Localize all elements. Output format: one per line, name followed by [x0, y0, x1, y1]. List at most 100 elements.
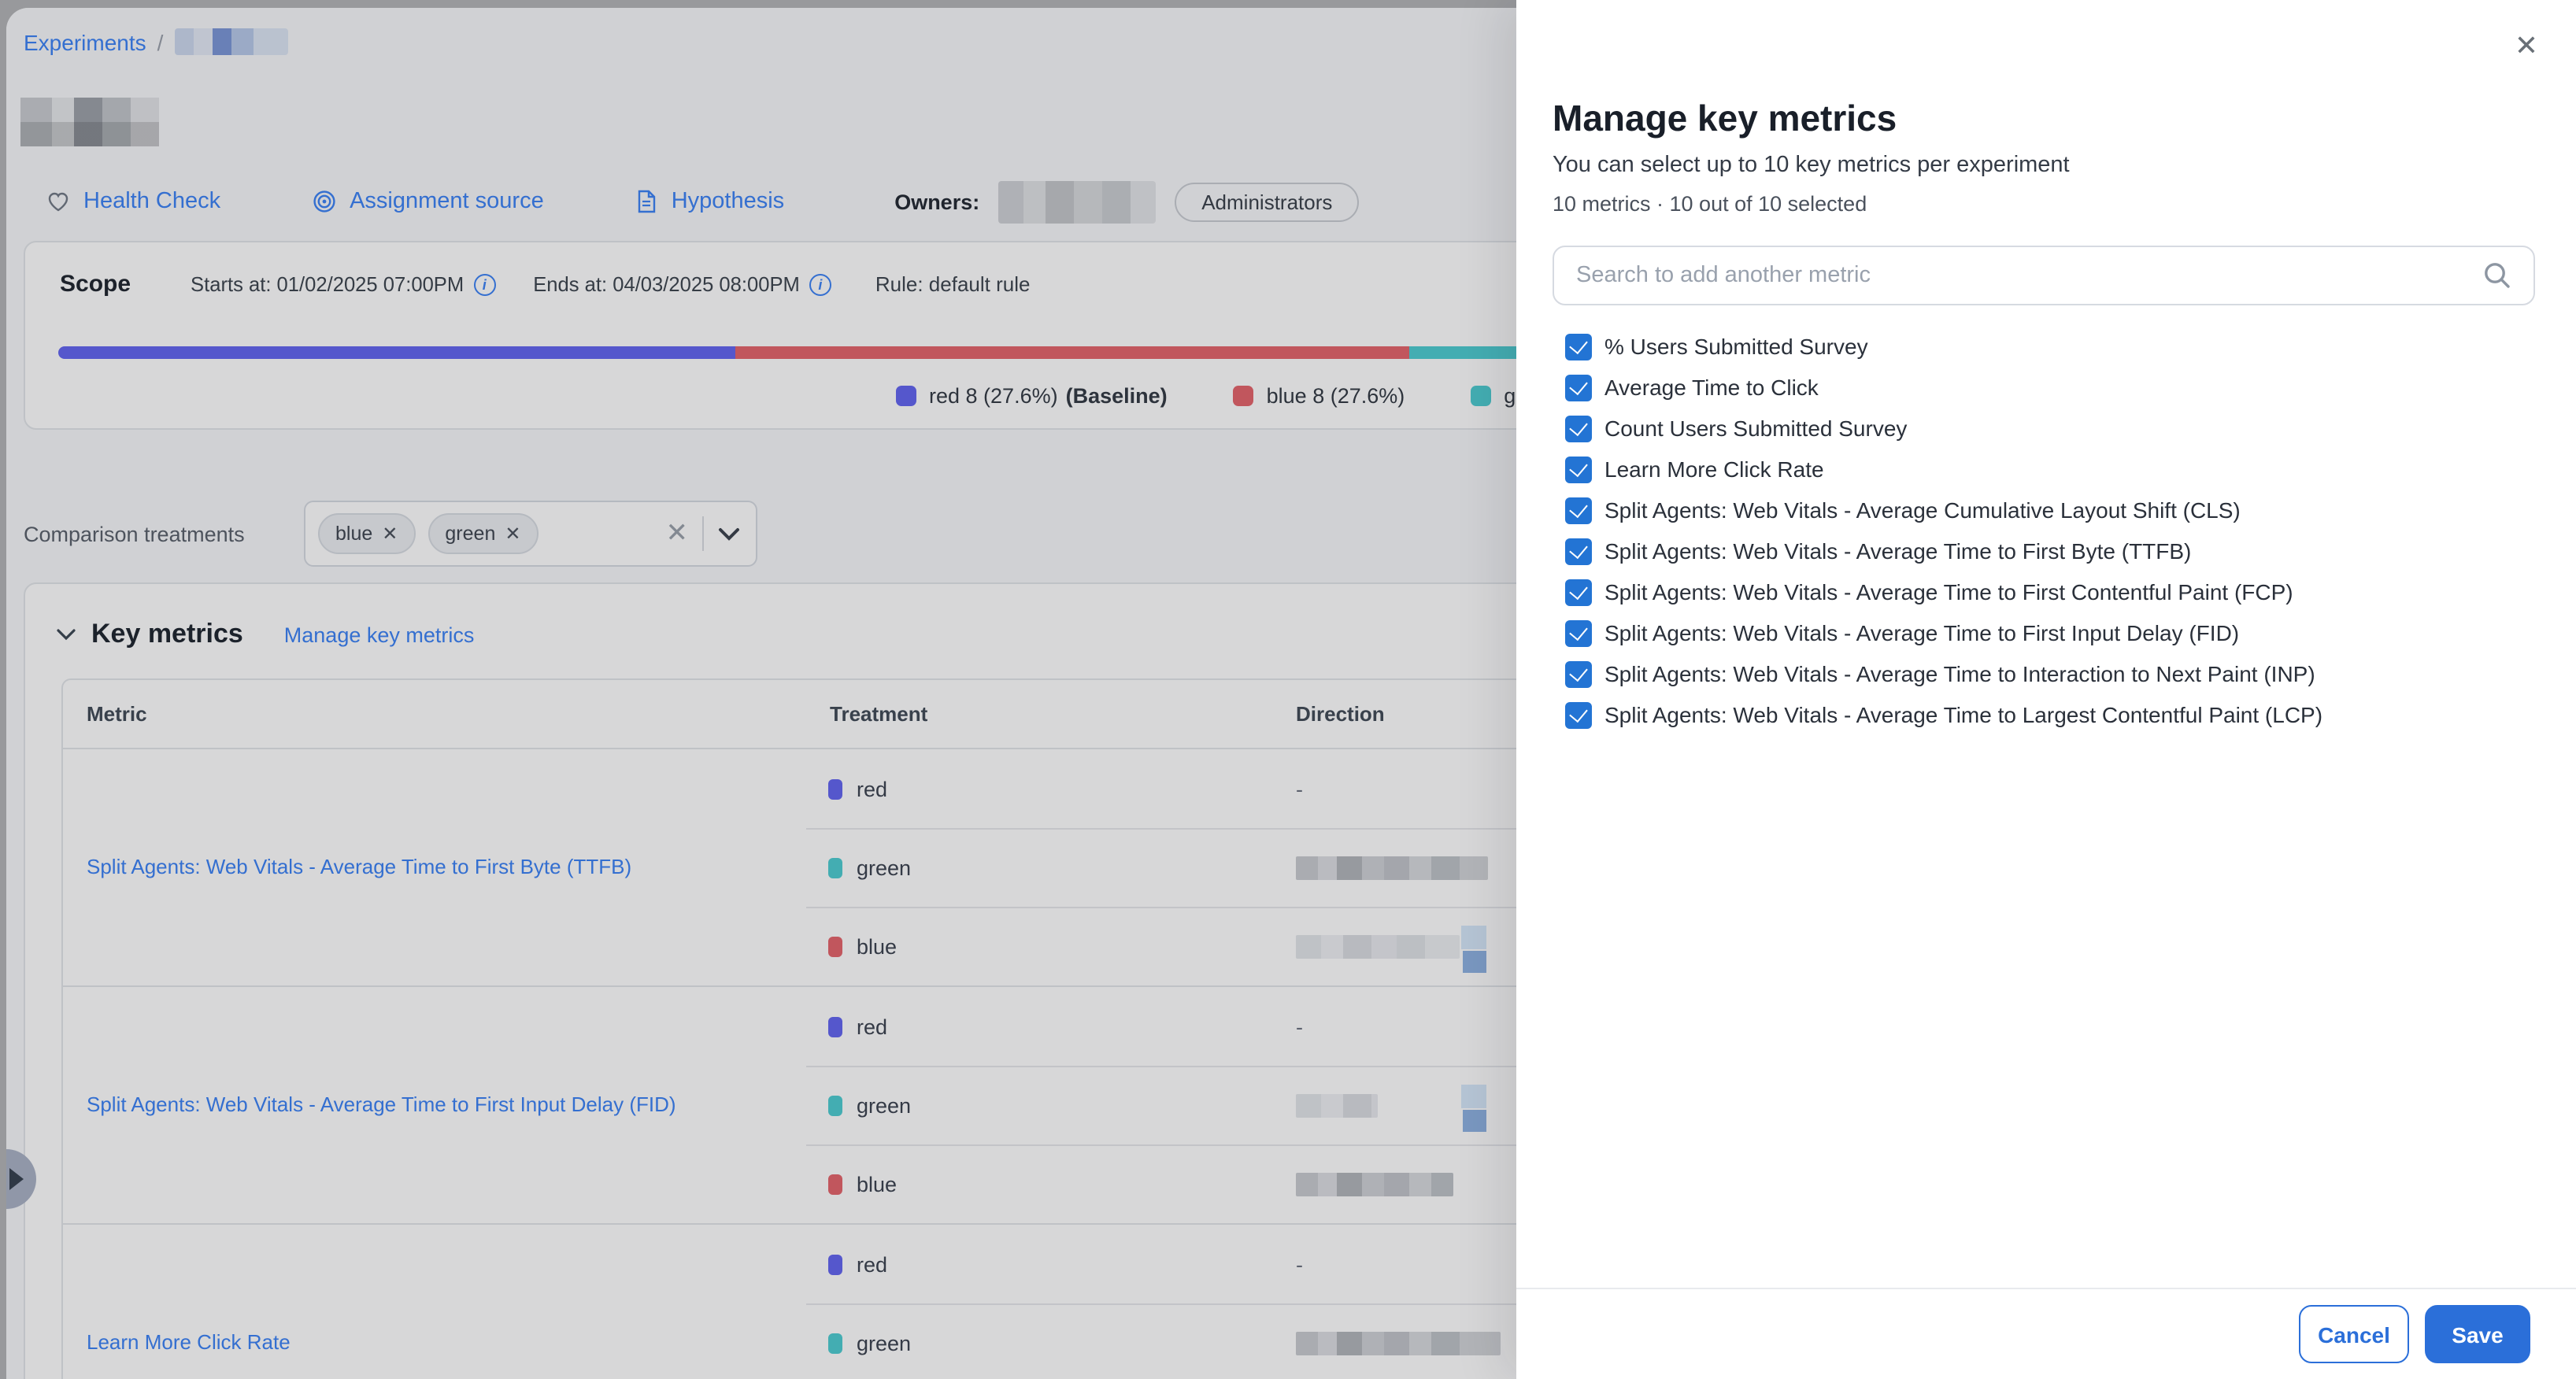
direction-value-redacted	[1461, 926, 1486, 949]
legend-swatch-green	[1471, 386, 1491, 406]
metrics-count: 10 metrics · 10 out of 10 selected	[1553, 192, 1867, 216]
checkbox-checked[interactable]	[1565, 333, 1592, 360]
owner-name-redacted	[998, 180, 1156, 223]
chip-green-label: green	[445, 523, 495, 545]
owners-block: Owners: Administrators	[894, 180, 1359, 223]
breadcrumb: Experiments /	[24, 28, 287, 55]
arrow-right-icon	[9, 1168, 23, 1190]
legend-swatch-blue	[1234, 386, 1254, 406]
quick-links-row: Health Check Assignment source Hypothesi…	[46, 178, 1359, 225]
assignment-source-link[interactable]: Assignment source	[312, 189, 544, 214]
direction-value-redacted	[1296, 856, 1488, 880]
metric-link-learn-more[interactable]: Learn More Click Rate	[87, 1330, 291, 1354]
metrics-checkbox-list: % Users Submitted Survey Average Time to…	[1553, 326, 2545, 735]
administrators-badge: Administrators	[1175, 182, 1359, 221]
swatch-green	[828, 1096, 842, 1116]
metric-item-label[interactable]: Split Agents: Web Vitals - Average Time …	[1604, 702, 2322, 727]
info-icon[interactable]: i	[809, 273, 831, 295]
treatment-cell: red	[806, 987, 1294, 1066]
chip-blue-remove-icon[interactable]: ✕	[382, 523, 398, 545]
search-icon	[2483, 261, 2511, 290]
metric-item-label[interactable]: Split Agents: Web Vitals - Average Cumul…	[1604, 497, 2241, 523]
chip-green[interactable]: green ✕	[427, 513, 538, 554]
metric-item-label[interactable]: Count Users Submitted Survey	[1604, 416, 1907, 441]
metric-link-fid[interactable]: Split Agents: Web Vitals - Average Time …	[87, 1092, 676, 1116]
collapse-chevron-icon[interactable]	[57, 628, 76, 641]
checkbox-checked[interactable]	[1565, 456, 1592, 482]
chip-blue-label: blue	[335, 523, 372, 545]
metric-list-item: % Users Submitted Survey	[1553, 326, 2545, 367]
cancel-button[interactable]: Cancel	[2299, 1305, 2409, 1363]
metric-link-ttfb[interactable]: Split Agents: Web Vitals - Average Time …	[87, 855, 631, 878]
chip-blue[interactable]: blue ✕	[318, 513, 415, 554]
metric-item-label[interactable]: Split Agents: Web Vitals - Average Time …	[1604, 538, 2191, 564]
direction-value-redacted	[1296, 1094, 1378, 1118]
swatch-blue	[828, 1174, 842, 1195]
scope-title: Scope	[60, 271, 131, 298]
metric-list-item: Count Users Submitted Survey	[1553, 408, 2545, 449]
scope-rule: Rule: default rule	[875, 272, 1031, 296]
swatch-red	[828, 1016, 842, 1037]
save-button[interactable]: Save	[2425, 1305, 2530, 1363]
direction-value-redacted	[1463, 1110, 1486, 1132]
legend-label-red: red 8 (27.6%)	[929, 384, 1058, 408]
scope-ends-label: Ends at: 04/03/2025 08:00PM	[533, 272, 800, 296]
direction-value-redacted	[1463, 951, 1486, 973]
owners-label: Owners:	[894, 190, 979, 213]
metric-search-input[interactable]	[1554, 263, 2483, 288]
hypothesis-link[interactable]: Hypothesis	[635, 189, 784, 214]
experiment-title-redacted	[20, 98, 159, 146]
col-header-metric: Metric	[63, 702, 806, 726]
comparison-treatments-select[interactable]: blue ✕ green ✕ ✕	[304, 501, 757, 567]
metric-item-label[interactable]: Split Agents: Web Vitals - Average Time …	[1604, 661, 2315, 686]
checkbox-checked[interactable]	[1565, 579, 1592, 605]
chevron-down-icon[interactable]	[718, 527, 740, 541]
swatch-green	[828, 858, 842, 878]
health-check-link[interactable]: Health Check	[46, 189, 220, 214]
checkbox-checked[interactable]	[1565, 497, 1592, 523]
bar-segment-red	[58, 346, 735, 359]
breadcrumb-current-redacted	[174, 28, 287, 55]
scope-starts-label: Starts at: 01/02/2025 07:00PM	[191, 272, 464, 296]
treatment-cell: green	[806, 1066, 1294, 1144]
col-header-treatment: Treatment	[806, 702, 1294, 726]
checkbox-checked[interactable]	[1565, 660, 1592, 687]
legend-label-blue: blue 8 (27.6%)	[1267, 384, 1405, 408]
metric-item-label[interactable]: Split Agents: Web Vitals - Average Time …	[1604, 579, 2293, 604]
metric-item-label[interactable]: Average Time to Click	[1604, 375, 1819, 400]
checkbox-checked[interactable]	[1565, 374, 1592, 401]
legend-item-blue: blue 8 (27.6%)	[1234, 384, 1405, 408]
breadcrumb-separator: /	[157, 29, 164, 54]
treatment-legend: red 8 (27.6%) (Baseline) blue 8 (27.6%) …	[896, 384, 1534, 408]
metric-item-label[interactable]: Split Agents: Web Vitals - Average Time …	[1604, 620, 2239, 645]
metric-list-item: Learn More Click Rate	[1553, 449, 2545, 490]
key-metrics-title: Key metrics	[91, 619, 243, 650]
metric-list-item: Split Agents: Web Vitals - Average Time …	[1553, 612, 2545, 653]
manage-key-metrics-panel: ✕ Manage key metrics You can select up t…	[1516, 0, 2576, 1379]
checkbox-checked[interactable]	[1565, 538, 1592, 564]
breadcrumb-experiments-link[interactable]: Experiments	[24, 29, 146, 54]
info-icon[interactable]: i	[473, 273, 495, 295]
clear-selection-icon[interactable]: ✕	[666, 518, 689, 549]
app-stage: Experiments / Health Check Assignment so…	[0, 0, 2576, 1379]
treatment-cell: red	[806, 1225, 1294, 1303]
manage-key-metrics-link[interactable]: Manage key metrics	[284, 623, 475, 646]
metric-list-item: Split Agents: Web Vitals - Average Time …	[1553, 571, 2545, 612]
metric-item-label[interactable]: % Users Submitted Survey	[1604, 334, 1868, 359]
chip-green-remove-icon[interactable]: ✕	[505, 523, 520, 545]
hypothesis-label: Hypothesis	[672, 189, 784, 214]
metric-list-item: Average Time to Click	[1553, 367, 2545, 408]
target-icon	[312, 189, 337, 214]
checkbox-checked[interactable]	[1565, 701, 1592, 728]
treatment-cell: blue	[806, 1144, 1294, 1223]
checkbox-checked[interactable]	[1565, 415, 1592, 442]
legend-swatch-red	[896, 386, 916, 406]
health-check-label: Health Check	[83, 189, 220, 214]
metric-item-label[interactable]: Learn More Click Rate	[1604, 457, 1824, 482]
checkbox-checked[interactable]	[1565, 619, 1592, 646]
legend-item-red: red 8 (27.6%) (Baseline)	[896, 384, 1168, 408]
close-icon[interactable]: ✕	[2515, 31, 2538, 60]
swatch-blue	[828, 937, 842, 957]
treatment-cell: red	[806, 749, 1294, 828]
swatch-red	[828, 1254, 842, 1274]
